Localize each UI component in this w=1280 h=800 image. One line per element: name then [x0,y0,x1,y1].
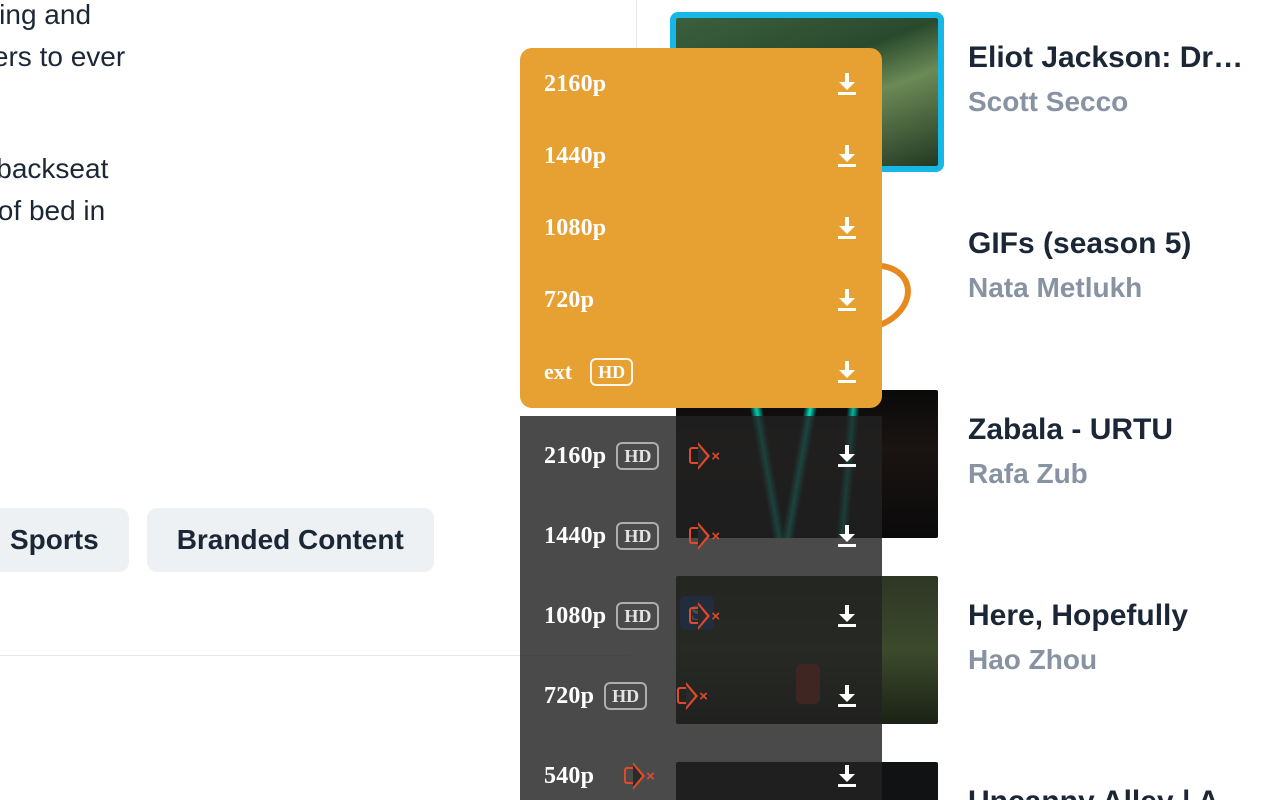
related-author[interactable]: Scott Secco [968,86,1243,118]
resolution-label: 1080p [544,603,606,630]
related-title[interactable]: Zabala - URTU [968,412,1173,448]
resolution-label: 540p [544,763,594,790]
download-icon[interactable] [836,289,858,311]
download-icon[interactable] [836,765,858,787]
download-icon[interactable] [836,145,858,167]
tag-sports[interactable]: Sports [0,508,129,572]
description-fragment-1: building and s riders to ever [0,0,200,78]
download-option-1080p[interactable]: 1080p [520,192,882,264]
muted-icon: × [687,521,717,551]
related-text: Zabala - URTU Rafa Zub [968,390,1173,490]
related-text: Uncanny Alley | A… [968,762,1249,800]
download-icon[interactable] [836,217,858,239]
resolution-label: 1080p [544,215,606,242]
download-option-1440p-muted[interactable]: 1440p HD × [520,496,882,576]
download-option-1080p-muted[interactable]: 1080p HD × [520,576,882,656]
hd-badge: HD [604,682,647,710]
download-panel-orange: 2160p 1440p 1080p 720p ext HD [520,48,882,408]
resolution-label: 2160p [544,443,606,470]
related-text: Eliot Jackson: Dr… Scott Secco [968,18,1243,118]
download-icon[interactable] [836,525,858,547]
related-author[interactable]: Hao Zhou [968,644,1188,676]
download-panel-dark: 2160p HD × 1440p HD × 1080p HD × 720p HD… [520,416,882,800]
resolution-label: 1440p [544,143,606,170]
related-title[interactable]: Here, Hopefully [968,598,1188,634]
download-option-720p-muted[interactable]: 720p HD × [520,656,882,736]
resolution-label: 720p [544,287,594,314]
tag-row: Sports Branded Content [0,508,434,572]
related-title[interactable]: Uncanny Alley | A… [968,784,1249,800]
download-option-2160p[interactable]: 2160p [520,48,882,120]
text-line: ook a backseat [0,153,108,184]
related-author[interactable]: Nata Metlukh [968,272,1191,304]
tag-branded-content[interactable]: Branded Content [147,508,434,572]
download-icon[interactable] [836,685,858,707]
hd-badge: HD [616,442,659,470]
text-line: s riders to ever [0,41,125,72]
download-option-540p-muted[interactable]: 540p × [520,736,882,800]
download-icon[interactable] [836,445,858,467]
text-line: building and [0,0,91,30]
muted-icon: × [675,681,705,711]
related-text: GIFs (season 5) Nata Metlukh [968,204,1191,304]
related-author[interactable]: Rafa Zub [968,458,1173,490]
resolution-label: 720p [544,683,594,710]
download-icon[interactable] [836,605,858,627]
download-icon[interactable] [836,73,858,95]
muted-icon: × [622,761,652,791]
ext-label: ext [544,359,572,385]
related-title[interactable]: Eliot Jackson: Dr… [968,40,1243,76]
resolution-label: 1440p [544,523,606,550]
download-option-720p[interactable]: 720p [520,264,882,336]
muted-icon: × [687,601,717,631]
hd-badge: HD [616,602,659,630]
related-title[interactable]: GIFs (season 5) [968,226,1191,262]
muted-icon: × [687,441,717,471]
hd-badge: HD [616,522,659,550]
description-fragment-2: ook a backseat m out of bed in [0,148,200,232]
text-line: m out of bed in [0,195,105,226]
download-option-ext-hd[interactable]: ext HD [520,336,882,408]
download-option-2160p-muted[interactable]: 2160p HD × [520,416,882,496]
hd-badge: HD [590,358,633,386]
download-option-1440p[interactable]: 1440p [520,120,882,192]
related-text: Here, Hopefully Hao Zhou [968,576,1188,676]
download-icon[interactable] [836,361,858,383]
resolution-label: 2160p [544,71,606,98]
